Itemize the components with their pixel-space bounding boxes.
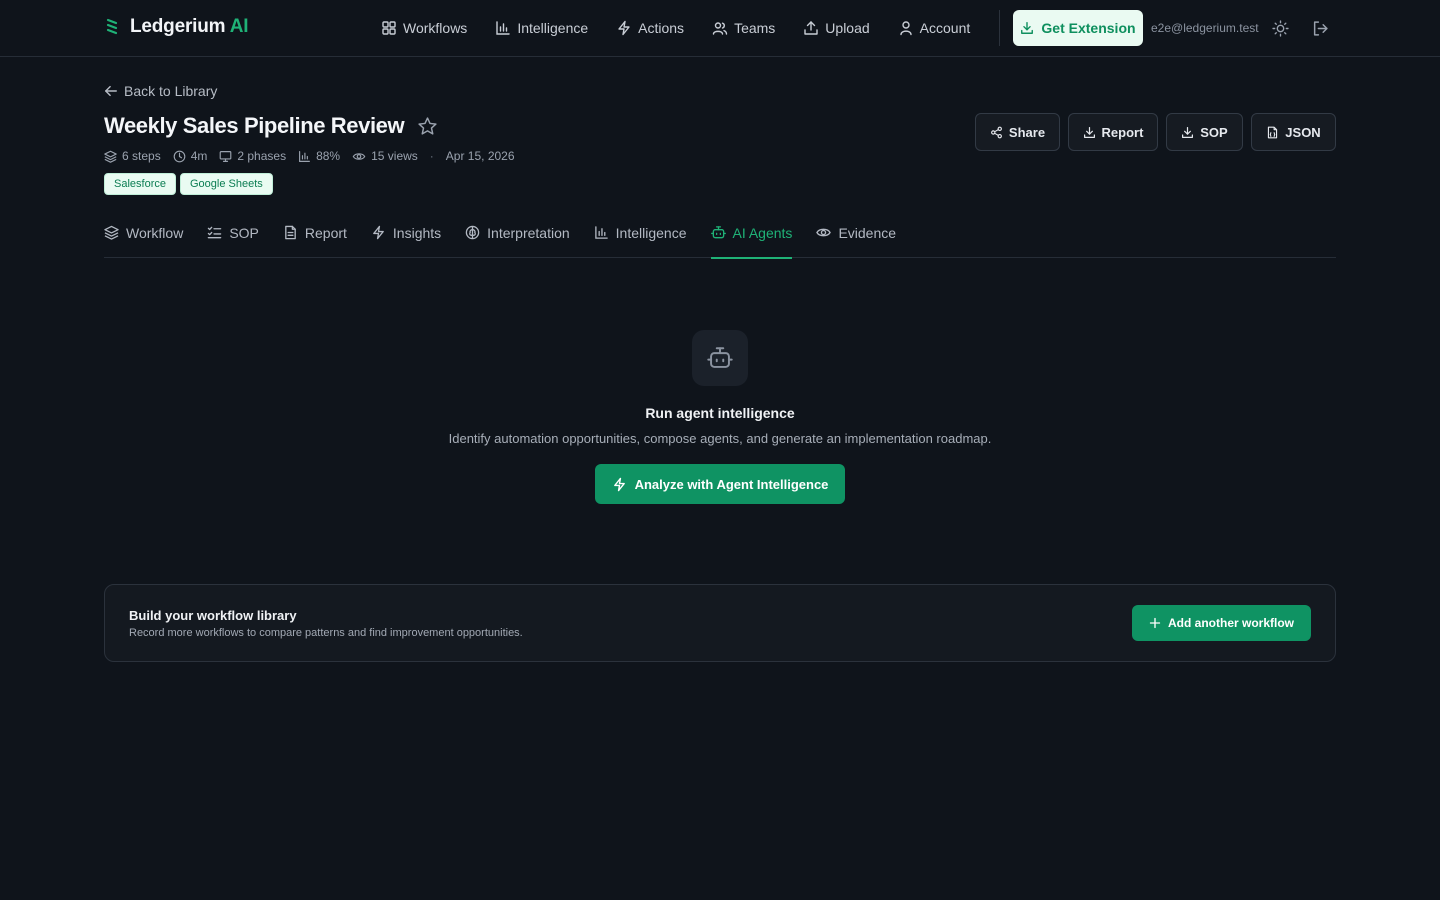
tab-evidence[interactable]: Evidence xyxy=(816,222,896,258)
robot-icon xyxy=(707,345,733,371)
tag-salesforce[interactable]: Salesforce xyxy=(104,173,176,195)
nav-label: Actions xyxy=(638,20,685,36)
json-file-icon xyxy=(1266,126,1279,139)
tab-ai-agents[interactable]: AI Agents xyxy=(710,222,792,259)
checklist-icon xyxy=(207,225,222,240)
analyze-agent-intelligence-button[interactable]: Analyze with Agent Intelligence xyxy=(595,464,845,504)
meta-duration: 4m xyxy=(173,149,207,163)
tab-interpretation[interactable]: Interpretation xyxy=(465,222,570,258)
library-card-title: Build your workflow library xyxy=(129,608,297,623)
nav-label: Teams xyxy=(734,20,776,36)
nav-intelligence[interactable]: Intelligence xyxy=(495,18,588,38)
download-sop-button[interactable]: SOP xyxy=(1166,113,1243,151)
nav-upload[interactable]: Upload xyxy=(803,18,870,38)
user-email: e2e@ledgerium.test xyxy=(1151,21,1259,35)
eye-icon xyxy=(352,150,366,163)
get-extension-button[interactable]: Get Extension xyxy=(1013,10,1143,46)
nav-account[interactable]: Account xyxy=(898,18,971,38)
empty-state-icon-tile xyxy=(692,330,748,386)
add-workflow-label: Add another workflow xyxy=(1168,616,1294,630)
bar-chart-icon xyxy=(495,20,511,36)
add-workflow-button[interactable]: Add another workflow xyxy=(1132,605,1311,641)
tab-intelligence[interactable]: Intelligence xyxy=(594,222,687,258)
workflow-library-card: Build your workflow library Record more … xyxy=(104,584,1336,662)
download-icon xyxy=(1020,21,1034,35)
nav-label: Account xyxy=(919,20,971,36)
workflow-meta: 6 steps 4m 2 phases 88% 15 views · Apr 1… xyxy=(104,149,527,163)
meta-date: Apr 15, 2026 xyxy=(445,149,515,163)
meta-separator: · xyxy=(429,149,434,163)
meta-score: 88% xyxy=(298,149,340,163)
library-card-description: Record more workflows to compare pattern… xyxy=(129,627,523,639)
top-bar: Ledgerium AI Workflows Intelligence Acti… xyxy=(0,0,1440,57)
clock-icon xyxy=(173,150,186,163)
tab-sop[interactable]: SOP xyxy=(207,222,259,258)
share-icon xyxy=(990,126,1003,139)
tab-workflow[interactable]: Workflow xyxy=(104,222,183,258)
workflow-tabs: Workflow SOP Report Insights Interpretat… xyxy=(104,222,1336,259)
download-report-button[interactable]: Report xyxy=(1068,113,1158,151)
header-divider xyxy=(999,10,1000,46)
main-nav: Workflows Intelligence Actions Teams Upl… xyxy=(381,18,970,38)
document-icon xyxy=(283,225,298,240)
back-label: Back to Library xyxy=(124,83,218,99)
theme-toggle-sun-icon[interactable] xyxy=(1271,19,1289,37)
tab-insights[interactable]: Insights xyxy=(371,222,441,258)
bolt-icon xyxy=(616,20,632,36)
monitor-icon xyxy=(219,150,232,163)
logout-icon[interactable] xyxy=(1311,19,1329,37)
meta-steps: 6 steps xyxy=(104,149,161,163)
empty-state-title: Run agent intelligence xyxy=(645,405,795,421)
page-actions: Share Report SOP JSON xyxy=(975,113,1336,151)
tab-report[interactable]: Report xyxy=(283,222,347,258)
integration-tags: Salesforce Google Sheets xyxy=(104,173,273,195)
nav-workflows[interactable]: Workflows xyxy=(381,18,467,38)
layers-icon xyxy=(104,150,117,163)
analyze-label: Analyze with Agent Intelligence xyxy=(634,476,829,492)
back-to-library-link[interactable]: Back to Library xyxy=(104,83,217,99)
arrow-left-icon xyxy=(104,84,118,98)
bar-chart-icon xyxy=(298,150,311,163)
download-json-button[interactable]: JSON xyxy=(1251,113,1336,151)
robot-icon xyxy=(710,225,726,240)
ledger-logo-icon xyxy=(104,17,120,37)
user-icon xyxy=(898,20,914,36)
upload-icon xyxy=(803,20,819,36)
brand-logo[interactable]: Ledgerium AI xyxy=(104,16,249,38)
get-extension-label: Get Extension xyxy=(1041,20,1136,36)
download-icon xyxy=(1181,126,1194,139)
nav-label: Upload xyxy=(825,20,870,36)
brand-name: Ledgerium AI xyxy=(130,16,249,37)
brain-icon xyxy=(465,225,480,240)
favorite-star-icon[interactable] xyxy=(417,116,438,137)
nav-actions[interactable]: Actions xyxy=(616,18,684,38)
layers-icon xyxy=(104,225,119,240)
eye-icon xyxy=(816,225,832,240)
empty-state-description: Identify automation opportunities, compo… xyxy=(448,431,992,446)
bolt-icon xyxy=(612,477,627,492)
nav-label: Intelligence xyxy=(517,20,589,36)
plus-icon xyxy=(1149,617,1161,629)
download-icon xyxy=(1083,126,1096,139)
bar-chart-icon xyxy=(594,225,609,240)
meta-phases: 2 phases xyxy=(219,149,286,163)
meta-views: 15 views xyxy=(352,149,418,163)
grid-icon xyxy=(381,20,397,36)
bolt-icon xyxy=(371,225,386,240)
brand-accent: AI xyxy=(229,16,249,37)
share-button[interactable]: Share xyxy=(975,113,1060,151)
nav-label: Workflows xyxy=(403,20,468,36)
nav-teams[interactable]: Teams xyxy=(712,18,775,38)
page-title: Weekly Sales Pipeline Review xyxy=(104,113,405,138)
users-icon xyxy=(712,20,728,36)
tag-google-sheets[interactable]: Google Sheets xyxy=(179,173,273,195)
